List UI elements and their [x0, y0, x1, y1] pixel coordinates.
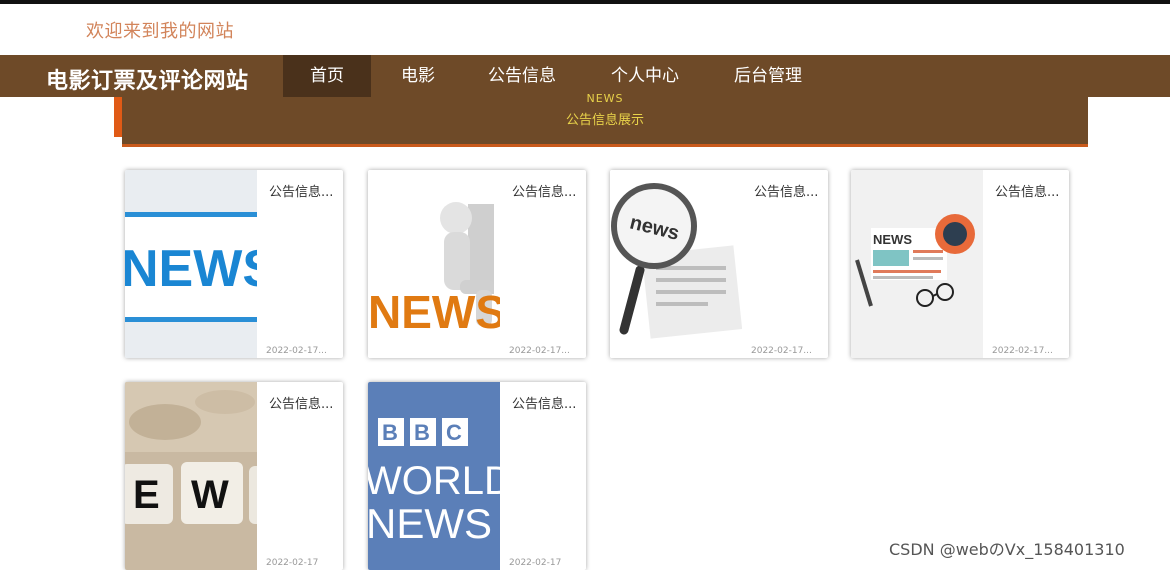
watermark: CSDN @webのVx_158401310 [889, 540, 1125, 559]
card-date: 2022-02-17... [992, 346, 1053, 356]
nav-item-movies[interactable]: 电影 [383, 55, 453, 97]
svg-text:NEWS: NEWS [125, 240, 257, 298]
welcome-text: 欢迎来到我的网站 [86, 21, 234, 42]
svg-text:B: B [382, 420, 398, 445]
card-date: 2022-02-17... [266, 346, 327, 356]
card-date: 2022-02-17... [509, 346, 570, 356]
top-border [0, 0, 1170, 4]
news-card[interactable]: NEWS 公告信息... 2022-02-17... [851, 170, 1069, 358]
news-thumbnail: NEWS [851, 170, 983, 358]
svg-text:NEWS: NEWS [873, 232, 912, 247]
banner-accent [114, 97, 122, 137]
site-title[interactable]: 电影订票及评论网站 [46, 63, 249, 95]
news-thumbnail: E W [125, 382, 257, 570]
nav-item-admin[interactable]: 后台管理 [716, 55, 820, 97]
news-card[interactable]: B B C WORLD NEWS 公告信息... 2022-02-17 [368, 382, 586, 570]
news-thumbnail: B B C WORLD NEWS [368, 382, 500, 570]
card-date: 2022-02-17 [266, 558, 319, 568]
news-card[interactable]: E W 公告信息... 2022-02-17 [125, 382, 343, 570]
news-thumbnail: news [610, 170, 742, 358]
news-card[interactable]: NEWS 公告信息... 2022-02-17... [368, 170, 586, 358]
svg-text:WORLD: WORLD [368, 459, 500, 503]
card-title[interactable]: 公告信息... [995, 181, 1059, 200]
navbar: 电影订票及评论网站 首页 电影 公告信息 个人中心 后台管理 [0, 55, 1170, 97]
card-title[interactable]: 公告信息... [269, 181, 333, 200]
section-banner: NEWS 公告信息展示 [122, 92, 1088, 147]
svg-text:W: W [191, 473, 229, 517]
news-thumbnail: NEWS [125, 170, 257, 358]
news-thumbnail: NEWS [368, 170, 500, 358]
section-title-en: NEWS [586, 92, 624, 105]
svg-text:E: E [133, 473, 160, 517]
card-date: 2022-02-17 [509, 558, 562, 568]
svg-text:NEWS: NEWS [368, 500, 492, 547]
nav-item-announcements[interactable]: 公告信息 [470, 55, 574, 97]
section-title: 公告信息展示 [565, 113, 644, 128]
nav-item-home[interactable]: 首页 [283, 55, 371, 97]
card-title[interactable]: 公告信息... [512, 181, 576, 200]
nav-item-user-center[interactable]: 个人中心 [594, 55, 696, 97]
card-title[interactable]: 公告信息... [269, 393, 333, 412]
card-title[interactable]: 公告信息... [512, 393, 576, 412]
svg-text:B: B [414, 420, 430, 445]
news-card[interactable]: NEWS 公告信息... 2022-02-17... [125, 170, 343, 358]
svg-text:NEWS: NEWS [368, 286, 500, 338]
card-date: 2022-02-17... [751, 346, 812, 356]
svg-text:C: C [446, 420, 462, 445]
news-card[interactable]: news 公告信息... 2022-02-17... [610, 170, 828, 358]
card-title[interactable]: 公告信息... [754, 181, 818, 200]
